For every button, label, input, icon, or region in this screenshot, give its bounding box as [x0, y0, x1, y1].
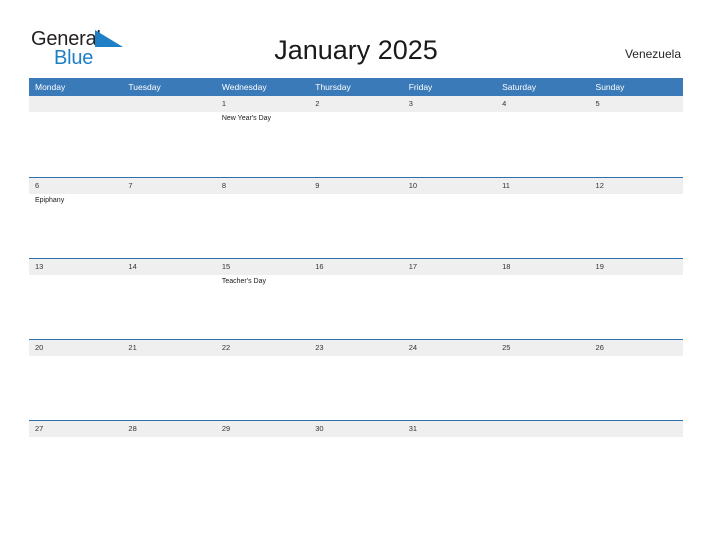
day-cell[interactable]: 21 — [122, 340, 215, 420]
day-cell[interactable]: 26 — [590, 340, 683, 420]
day-cell[interactable]: 8 — [216, 178, 309, 258]
day-cell[interactable]: 7 — [122, 178, 215, 258]
day-cell[interactable]: 4 — [496, 96, 589, 177]
day-event: Epiphany — [35, 197, 65, 204]
day-cell[interactable]: 14 — [122, 259, 215, 339]
day-number: 12 — [595, 181, 604, 190]
day-cell[interactable]: 12 — [590, 178, 683, 258]
day-number: 8 — [221, 181, 227, 190]
day-number: 23 — [315, 343, 324, 352]
week-row: 1 New Year's Day 2 3 4 5 — [29, 96, 683, 177]
day-cell[interactable]: 22 — [216, 340, 309, 420]
day-cell[interactable] — [122, 96, 215, 177]
page-header: General Blue January 2025 Venezuela — [0, 0, 712, 76]
weekday-header-row: Monday Tuesday Wednesday Thursday Friday… — [29, 78, 683, 96]
day-number: 3 — [408, 99, 413, 108]
day-cell[interactable]: 11 — [496, 178, 589, 258]
day-cell[interactable]: 31 — [403, 421, 496, 501]
day-number — [502, 422, 589, 437]
day-number: 20 — [35, 343, 44, 352]
day-number: 11 — [502, 181, 510, 190]
day-number: 31 — [408, 424, 418, 433]
day-number: 25 — [502, 343, 511, 352]
day-cell[interactable]: 2 — [309, 96, 402, 177]
day-cell[interactable]: 16 — [309, 259, 402, 339]
day-event: New Year's Day — [221, 115, 272, 122]
day-number: 29 — [221, 424, 231, 433]
day-cell[interactable]: 3 — [403, 96, 496, 177]
day-number: 22 — [221, 343, 231, 352]
day-cell[interactable]: 20 — [29, 340, 122, 420]
day-number: 1 — [221, 99, 227, 108]
day-cell[interactable]: 1 New Year's Day — [216, 96, 309, 177]
week-row: 13 14 15 Teacher's Day 16 17 18 19 — [29, 258, 683, 339]
weekday-header-friday: Friday — [408, 82, 433, 92]
country-label: Venezuela — [624, 47, 681, 61]
weekday-header-saturday: Saturday — [502, 82, 537, 92]
week-row: 27 28 29 30 31 — [29, 420, 683, 501]
day-number: 19 — [595, 262, 604, 271]
day-number: 14 — [128, 262, 137, 271]
day-cell[interactable]: 9 — [309, 178, 402, 258]
day-cell[interactable]: 18 — [496, 259, 589, 339]
day-number: 7 — [128, 181, 133, 190]
day-number: 28 — [128, 424, 137, 433]
calendar-grid: Monday Tuesday Wednesday Thursday Friday… — [29, 78, 683, 501]
day-cell[interactable]: 6 Epiphany — [29, 178, 122, 258]
day-number — [128, 97, 215, 112]
weekday-header-wednesday: Wednesday — [221, 82, 267, 92]
day-cell[interactable]: 13 — [29, 259, 122, 339]
day-cell[interactable]: 17 — [403, 259, 496, 339]
day-cell[interactable]: 19 — [590, 259, 683, 339]
day-number: 15 — [221, 262, 231, 271]
day-number: 10 — [408, 181, 418, 190]
day-number: 26 — [595, 343, 604, 352]
day-cell[interactable]: 15 Teacher's Day — [216, 259, 309, 339]
day-cell[interactable] — [590, 421, 683, 501]
week-row: 6 Epiphany 7 8 9 10 11 12 — [29, 177, 683, 258]
weekday-header-monday: Monday — [35, 82, 66, 92]
day-cell[interactable]: 28 — [122, 421, 215, 501]
day-cell[interactable] — [496, 421, 589, 501]
day-number: 9 — [315, 181, 320, 190]
weekday-header-thursday: Thursday — [315, 82, 351, 92]
weekday-header-tuesday: Tuesday — [128, 82, 161, 92]
day-number: 16 — [315, 262, 324, 271]
page-title: January 2025 — [274, 35, 438, 65]
day-cell[interactable]: 30 — [309, 421, 402, 501]
day-number: 4 — [502, 99, 507, 108]
day-cell[interactable]: 24 — [403, 340, 496, 420]
week-row: 20 21 22 23 24 25 26 — [29, 339, 683, 420]
day-number — [596, 422, 683, 437]
day-number: 6 — [35, 181, 40, 190]
day-cell[interactable]: 27 — [29, 421, 122, 501]
day-number: 5 — [595, 99, 600, 108]
day-number: 21 — [128, 343, 137, 352]
day-cell[interactable]: 25 — [496, 340, 589, 420]
day-event: Teacher's Day — [221, 278, 266, 285]
day-cell[interactable]: 5 — [590, 96, 683, 177]
day-number: 18 — [502, 262, 511, 271]
day-number — [35, 97, 122, 112]
day-number: 13 — [35, 262, 44, 271]
day-number: 2 — [315, 99, 320, 108]
day-number: 17 — [408, 262, 418, 271]
day-number: 30 — [315, 424, 324, 433]
calendar-page: General Blue January 2025 Venezuela Mond… — [0, 0, 712, 550]
day-cell[interactable]: 23 — [309, 340, 402, 420]
day-number: 24 — [408, 343, 418, 352]
day-cell[interactable]: 29 — [216, 421, 309, 501]
day-cell[interactable]: 10 — [403, 178, 496, 258]
day-number: 27 — [35, 424, 44, 433]
day-cell[interactable] — [29, 96, 122, 177]
weekday-header-sunday: Sunday — [595, 82, 625, 92]
